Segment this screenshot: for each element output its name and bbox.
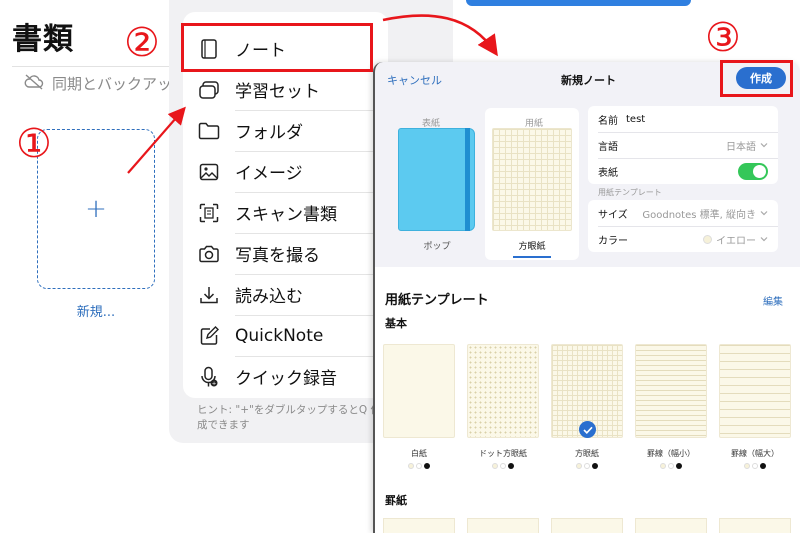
menu-item-folder[interactable]: フォルダ <box>183 110 388 151</box>
template-name: 方眼紙 <box>575 449 599 458</box>
chevron-down-icon <box>760 234 768 245</box>
ruled-heading: 罫紙 <box>385 494 407 507</box>
basic-heading: 基本 <box>385 317 407 330</box>
template-card-blank[interactable] <box>383 344 455 438</box>
menu-item-quick-record[interactable]: + クイック録音 <box>183 356 388 397</box>
menu-item-label: イメージ <box>235 164 303 184</box>
scan-icon <box>198 202 220 224</box>
note-settings-group: 名前 test 言語 日本語 表紙 <box>588 106 778 184</box>
step-2-label: ② <box>124 20 160 66</box>
menu-item-study-set[interactable]: 学習セット <box>183 69 388 110</box>
menu-item-label: 読み込む <box>235 287 303 307</box>
template-card[interactable] <box>383 518 455 533</box>
size-row[interactable]: サイズ Goodnotes 標準, 縦向き <box>588 200 778 226</box>
new-note-sheet: キャンセル 新規ノート 作成 表紙 用紙 ポップ 方眼紙 名前 test 言語 … <box>373 62 800 533</box>
step-3-label: ③ <box>705 15 741 61</box>
menu-hint: ヒント: "+"をダブルタップするとQ 作成できます <box>197 404 381 431</box>
template-section-label: 用紙テンプレート <box>598 188 662 197</box>
color-row[interactable]: カラー イエロー <box>588 226 778 252</box>
cover-toggle[interactable] <box>738 162 768 180</box>
import-icon <box>198 284 220 306</box>
color-value: イエロー <box>716 235 756 247</box>
page-title: 書類 <box>12 22 74 57</box>
template-card-dot-grid[interactable] <box>467 344 539 438</box>
sync-text: 同期とバックアップ <box>52 75 188 93</box>
menu-item-scan[interactable]: スキャン書類 <box>183 192 388 233</box>
template-name: 罫線（幅大） <box>731 449 779 458</box>
template-card[interactable] <box>719 518 791 533</box>
chevron-down-icon <box>760 208 768 219</box>
menu-item-take-photo[interactable]: 写真を撮る <box>183 233 388 274</box>
name-label: 名前 <box>598 115 618 127</box>
template-name: ドット方眼紙 <box>479 449 527 458</box>
highlight-note-item <box>181 23 373 72</box>
size-value: Goodnotes 標準, 縦向き <box>642 209 756 221</box>
edit-button[interactable]: 編集 <box>763 293 783 308</box>
template-card-ruled-wide[interactable] <box>719 344 791 438</box>
chevron-down-icon <box>760 140 768 151</box>
cover-preview[interactable] <box>398 128 475 231</box>
image-icon <box>198 161 220 183</box>
template-card[interactable] <box>467 518 539 533</box>
name-row[interactable]: 名前 test <box>588 106 778 132</box>
toggle-knob <box>753 164 766 178</box>
template-name: 白紙 <box>411 449 427 458</box>
flashcards-icon <box>198 79 220 101</box>
menu-item-label: QuickNote <box>235 325 324 346</box>
plus-icon: + <box>85 194 107 224</box>
cover-toggle-label: 表紙 <box>598 167 618 179</box>
svg-text:+: + <box>212 381 217 387</box>
paper-preview[interactable] <box>492 128 572 231</box>
background-top-bar <box>466 0 691 6</box>
menu-item-image[interactable]: イメージ <box>183 151 388 192</box>
color-swatch <box>703 234 713 244</box>
menu-item-label: スキャン書類 <box>235 205 337 225</box>
paper-tab-indicator <box>513 256 551 258</box>
color-label: カラー <box>598 235 628 247</box>
size-label: サイズ <box>598 209 628 221</box>
quicknote-icon <box>198 325 220 347</box>
menu-item-label: フォルダ <box>235 123 303 143</box>
title-divider <box>12 66 182 67</box>
new-document-label[interactable]: 新規... <box>37 301 155 320</box>
template-color-dots[interactable] <box>631 463 711 469</box>
microphone-icon: + <box>198 366 220 388</box>
menu-item-label: クイック録音 <box>235 369 337 389</box>
template-browser: 用紙テンプレート 編集 基本 白紙 ドット方眼紙 方眼紙 罫線（幅小） 罫線（幅… <box>375 267 800 533</box>
menu-item-label: 写真を撮る <box>235 246 320 266</box>
sync-status[interactable]: 同期とバックアップ <box>24 73 187 94</box>
menu-item-import[interactable]: 読み込む <box>183 274 388 315</box>
step-1-label: ① <box>16 121 52 167</box>
new-document-button[interactable]: + <box>37 129 155 289</box>
folder-icon <box>198 120 220 142</box>
language-label: 言語 <box>598 141 618 153</box>
paper-name: 方眼紙 <box>518 242 546 252</box>
cover-row: 表紙 <box>588 158 778 184</box>
camera-icon <box>198 243 220 265</box>
name-input[interactable]: test <box>626 114 645 125</box>
checkmark-icon <box>579 421 596 438</box>
template-settings-group: サイズ Goodnotes 標準, 縦向き カラー イエロー <box>588 200 778 252</box>
template-color-dots[interactable] <box>547 463 627 469</box>
template-card-ruled-narrow[interactable] <box>635 344 707 438</box>
template-color-dots[interactable] <box>715 463 795 469</box>
cover-name: ポップ <box>423 242 451 252</box>
template-name: 罫線（幅小） <box>647 449 695 458</box>
template-card[interactable] <box>551 518 623 533</box>
menu-item-quicknote[interactable]: QuickNote <box>183 315 388 356</box>
templates-heading: 用紙テンプレート <box>385 293 489 308</box>
template-card[interactable] <box>635 518 707 533</box>
highlight-create-button <box>720 60 793 97</box>
cloud-off-icon <box>24 73 44 94</box>
menu-item-label: 学習セット <box>235 82 320 102</box>
template-color-dots[interactable] <box>463 463 543 469</box>
language-value: 日本語 <box>726 141 756 153</box>
template-color-dots[interactable] <box>379 463 459 469</box>
language-row[interactable]: 言語 日本語 <box>588 132 778 158</box>
cover-strap <box>465 128 470 231</box>
